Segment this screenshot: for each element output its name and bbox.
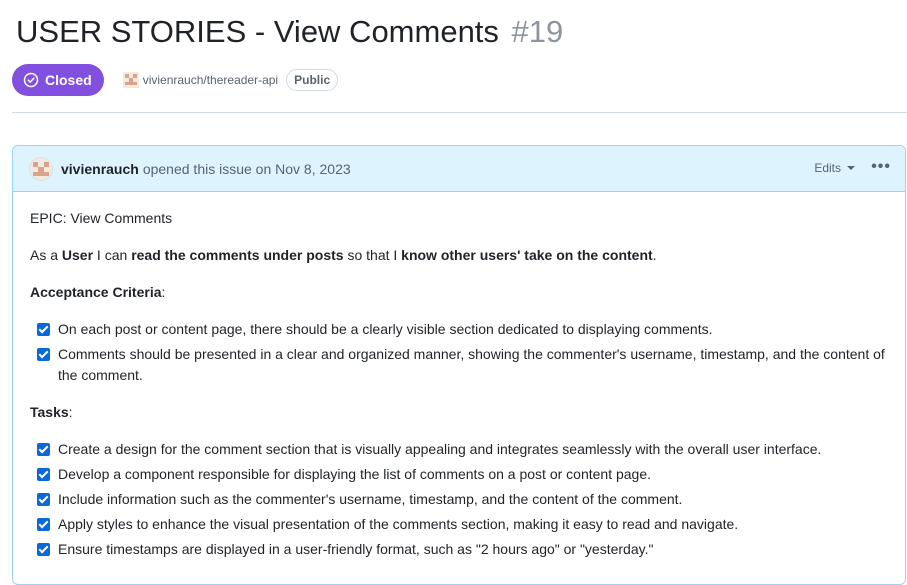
check-circle-icon <box>23 72 39 88</box>
story-bold-user: User <box>61 247 94 263</box>
task-item: Include information such as the commente… <box>37 489 893 510</box>
issue-number: #19 <box>511 14 564 49</box>
acceptance-colon: : <box>161 284 166 300</box>
checked-checkbox[interactable] <box>37 543 50 556</box>
task-item: Apply styles to enhance the visual prese… <box>37 514 893 535</box>
issue-title-text: USER STORIES - View Comments <box>16 14 499 49</box>
story-text: so that I <box>343 247 402 263</box>
task-item-text: Ensure timestamps are displayed in a use… <box>58 541 654 557</box>
task-item-text: Develop a component responsible for disp… <box>58 466 652 482</box>
issue-meta: Closed vivienrauch/thereader-api Public <box>12 64 339 96</box>
task-item: Ensure timestamps are displayed in a use… <box>37 539 893 560</box>
task-item: Develop a component responsible for disp… <box>37 464 893 485</box>
story-bold-goal: know other users' take on the content <box>401 247 653 263</box>
identicon-icon <box>30 157 52 180</box>
checked-checkbox[interactable] <box>37 443 50 456</box>
comment-header: vivienrauch opened this issue on Nov 8, … <box>13 146 905 192</box>
edits-label: Edits <box>814 161 841 175</box>
acceptance-heading: Acceptance Criteria: <box>30 282 165 303</box>
task-item: Create a design for the comment section … <box>37 439 893 460</box>
checked-checkbox[interactable] <box>37 518 50 531</box>
checked-checkbox[interactable] <box>37 348 50 361</box>
state-label: Closed <box>45 72 92 88</box>
story-text: As a <box>30 247 62 263</box>
visibility-badge: Public <box>286 69 339 91</box>
repo-name: vivienrauch/thereader-api <box>142 73 279 87</box>
acceptance-item-text: Comments should be presented in a clear … <box>58 346 885 383</box>
task-item-text: Include information such as the commente… <box>58 491 683 507</box>
more-options-icon[interactable]: ••• <box>871 158 891 176</box>
acceptance-item: On each post or content page, there shou… <box>37 319 893 340</box>
tasks-colon: : <box>68 404 73 420</box>
story-text: . <box>652 247 657 263</box>
checked-checkbox[interactable] <box>37 468 50 481</box>
acceptance-item: Comments should be presented in a clear … <box>37 344 893 386</box>
tasks-heading-text: Tasks <box>30 404 69 420</box>
issue-comment: vivienrauch opened this issue on Nov 8, … <box>12 145 906 585</box>
author-link[interactable]: vivienrauch <box>61 161 139 177</box>
checked-checkbox[interactable] <box>37 323 50 336</box>
repo-link[interactable]: vivienrauch/thereader-api <box>122 72 279 88</box>
task-item-text: Create a design for the comment section … <box>58 441 822 457</box>
comment-action-text: opened this issue on Nov 8, 2023 <box>142 160 351 177</box>
acceptance-item-text: On each post or content page, there shou… <box>58 321 713 337</box>
task-item-text: Apply styles to enhance the visual prese… <box>58 516 739 532</box>
story-text: I can <box>93 247 132 263</box>
acceptance-heading-text: Acceptance Criteria <box>30 284 162 300</box>
story-bold-action: read the comments under posts <box>131 247 344 263</box>
tasks-heading: Tasks: <box>30 402 73 423</box>
epic-line: EPIC: View Comments <box>30 210 173 226</box>
checked-checkbox[interactable] <box>37 493 50 506</box>
caret-down-icon <box>847 166 855 170</box>
header-divider <box>12 112 907 113</box>
closed-state-badge: Closed <box>12 64 104 96</box>
author-avatar[interactable] <box>29 156 53 181</box>
user-story: As a User I can read the comments under … <box>30 245 657 266</box>
issue-title: USER STORIES - View Comments #19 <box>16 12 563 52</box>
repo-owner-avatar <box>122 72 139 88</box>
edits-dropdown[interactable]: Edits <box>814 161 855 175</box>
